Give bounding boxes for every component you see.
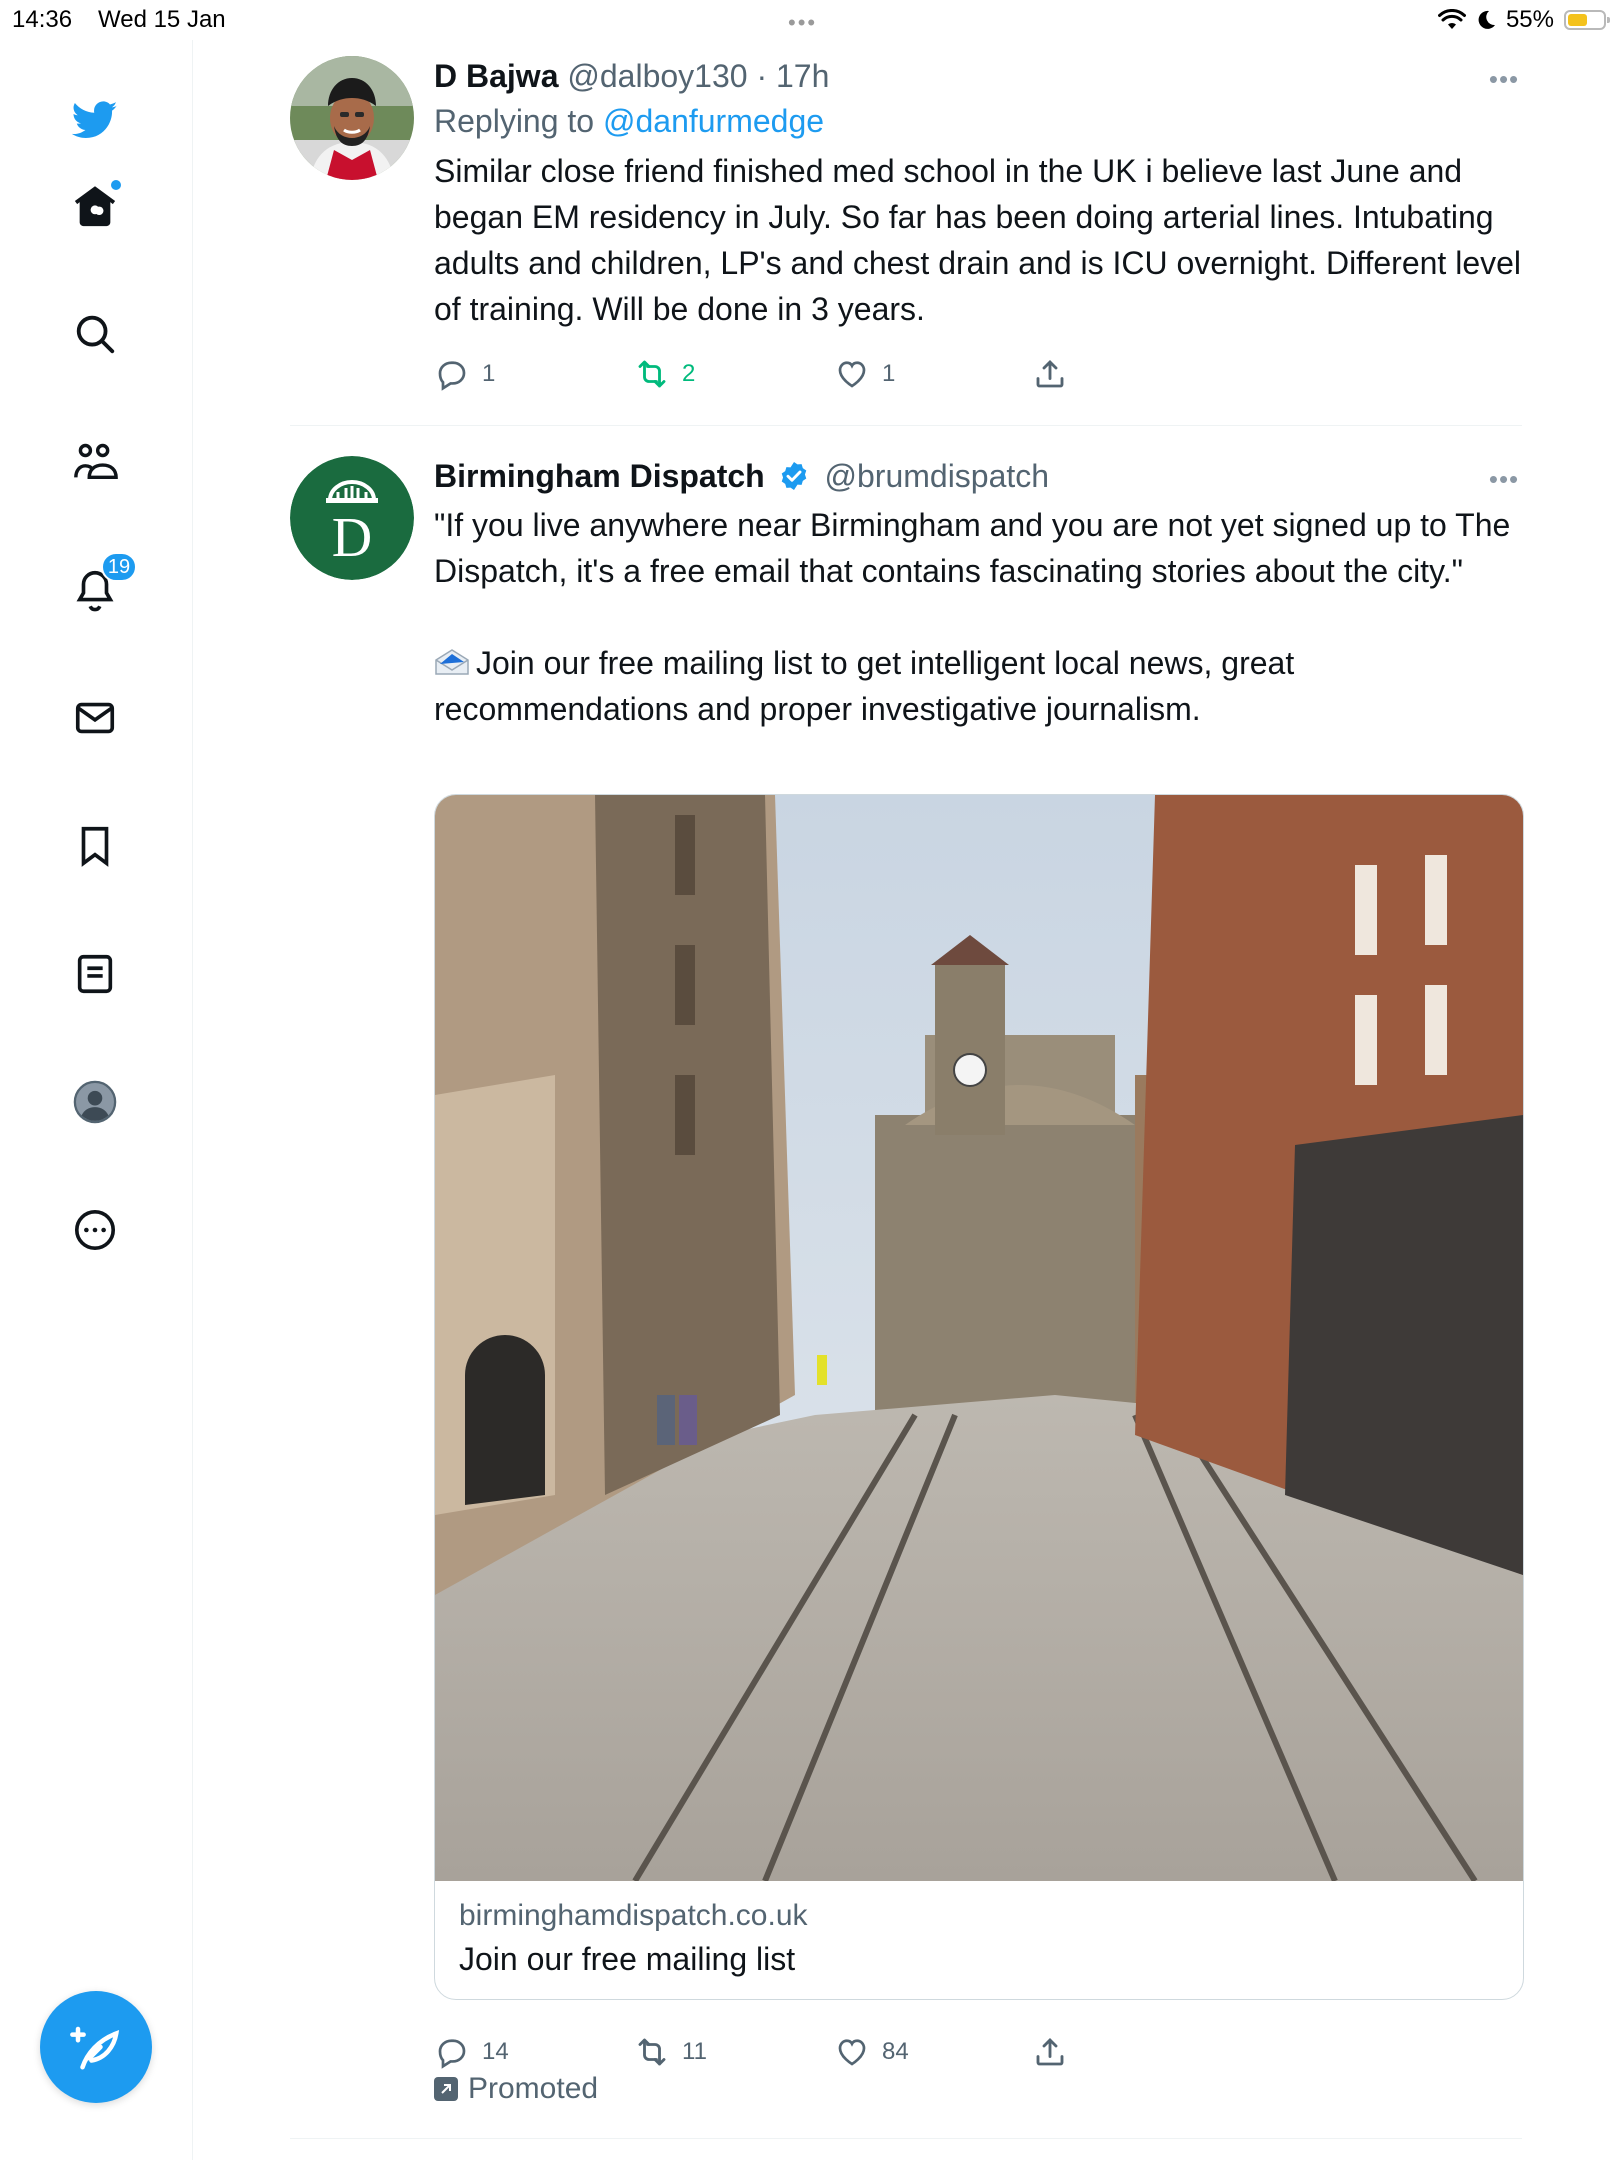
more-icon[interactable] — [63, 1198, 127, 1262]
home-icon[interactable] — [63, 174, 127, 238]
replying-mention[interactable]: @danfurmedge — [603, 103, 824, 139]
bookmarks-icon[interactable] — [63, 814, 127, 878]
wifi-icon — [1437, 9, 1466, 29]
replying-to-line: Replying to @danfurmedge — [434, 100, 1522, 142]
more-options-icon[interactable]: ••• — [1486, 464, 1522, 494]
notifications-icon[interactable]: 19 — [63, 552, 137, 622]
retweet-button[interactable]: 2 — [634, 354, 695, 394]
share-icon — [1036, 359, 1064, 388]
compose-feather-icon — [70, 2026, 120, 2070]
envelope-emoji-icon — [435, 649, 469, 675]
retweet-icon — [638, 360, 666, 388]
author-handle[interactable]: @brumdispatch — [825, 458, 1050, 494]
battery-level — [1568, 14, 1587, 26]
like-count: 1 — [882, 360, 896, 387]
tweet-dbajwa[interactable]: D Bajwa @dalboy130 · 17h ••• Replying to… — [290, 56, 1522, 426]
tweet-actions: 14 11 84 — [434, 2032, 1074, 2072]
status-date: Wed 15 Jan — [98, 6, 226, 33]
heart-icon — [838, 361, 866, 388]
twitter-logo-icon[interactable] — [63, 88, 127, 152]
promoted-label: Promoted — [434, 2072, 598, 2106]
author-name[interactable]: Birmingham Dispatch — [434, 458, 765, 494]
sidebar: 19 — [0, 40, 193, 2160]
moon-icon — [1478, 10, 1495, 29]
like-count: 84 — [882, 2038, 909, 2065]
profile-icon[interactable] — [63, 1070, 127, 1134]
card-domain: birminghamdispatch.co.uk — [459, 1899, 808, 1932]
replying-label: Replying to — [434, 103, 595, 139]
avatar[interactable] — [290, 56, 414, 180]
more-options-icon[interactable]: ••• — [1486, 64, 1522, 94]
reply-count: 1 — [482, 360, 496, 387]
author-name[interactable]: D Bajwa — [434, 58, 558, 94]
reply-count: 14 — [482, 2038, 509, 2065]
cta-text: Join our free mailing list to get intell… — [434, 645, 1295, 727]
multitasking-dots-icon[interactable]: ••• — [788, 10, 817, 36]
heart-icon — [838, 2039, 866, 2066]
reply-button[interactable]: 14 — [434, 2032, 509, 2072]
battery-percent: 55% — [1505, 6, 1554, 33]
status-indicators: 55% — [1437, 4, 1610, 36]
tweet-time[interactable]: 17h — [776, 58, 829, 94]
like-button[interactable]: 84 — [834, 2032, 909, 2072]
tweet-text-quote: "If you live anywhere near Birmingham an… — [434, 507, 1511, 589]
status-time: 14:36 — [12, 6, 73, 33]
notifications-badge: 19 — [101, 552, 137, 582]
avatar[interactable]: D — [290, 456, 414, 580]
retweet-button[interactable]: 11 — [634, 2032, 707, 2072]
retweet-icon — [638, 2038, 666, 2066]
retweet-count: 11 — [682, 2038, 707, 2065]
meta-separator: · — [756, 58, 768, 94]
promoted-text: Promoted — [468, 2072, 599, 2105]
tweet-text: Similar close friend finished med school… — [434, 153, 1522, 327]
card-image[interactable] — [435, 795, 1523, 1881]
author-handle[interactable]: @dalboy130 — [567, 58, 747, 94]
tweet-text-cta: Join our free mailing list to get intell… — [434, 640, 1522, 732]
share-icon — [1036, 2037, 1064, 2066]
card-title: Join our free mailing list — [459, 1941, 796, 1977]
home-unread-dot — [111, 180, 121, 190]
search-icon[interactable] — [63, 302, 127, 366]
battery-icon — [1564, 10, 1610, 30]
messages-icon[interactable] — [63, 686, 127, 750]
compose-tweet-button[interactable] — [40, 1991, 152, 2103]
reply-icon — [438, 361, 466, 391]
tweet-birmingham-dispatch[interactable]: D Birmingham Dispatch @brumdispatch ••• … — [290, 456, 1524, 2116]
reply-button[interactable]: 1 — [434, 354, 495, 394]
tweet-actions: 1 2 1 — [434, 354, 1074, 394]
share-button[interactable] — [1032, 2032, 1068, 2072]
like-button[interactable]: 1 — [834, 354, 895, 394]
share-button[interactable] — [1032, 354, 1068, 394]
avatar-letter: D — [332, 507, 372, 569]
reply-icon — [438, 2039, 466, 2069]
promoted-icon — [434, 2077, 458, 2101]
lists-icon[interactable] — [63, 942, 127, 1006]
retweet-count: 2 — [682, 360, 696, 387]
link-card[interactable]: birminghamdispatch.co.uk Join our free m… — [434, 794, 1524, 2000]
status-bar: 14:36 Wed 15 Jan ••• 55% — [0, 0, 1620, 40]
verified-badge-icon — [781, 462, 806, 490]
tweet-divider — [290, 425, 1522, 426]
communities-icon[interactable] — [63, 430, 127, 494]
tweet-divider — [290, 2138, 1522, 2139]
